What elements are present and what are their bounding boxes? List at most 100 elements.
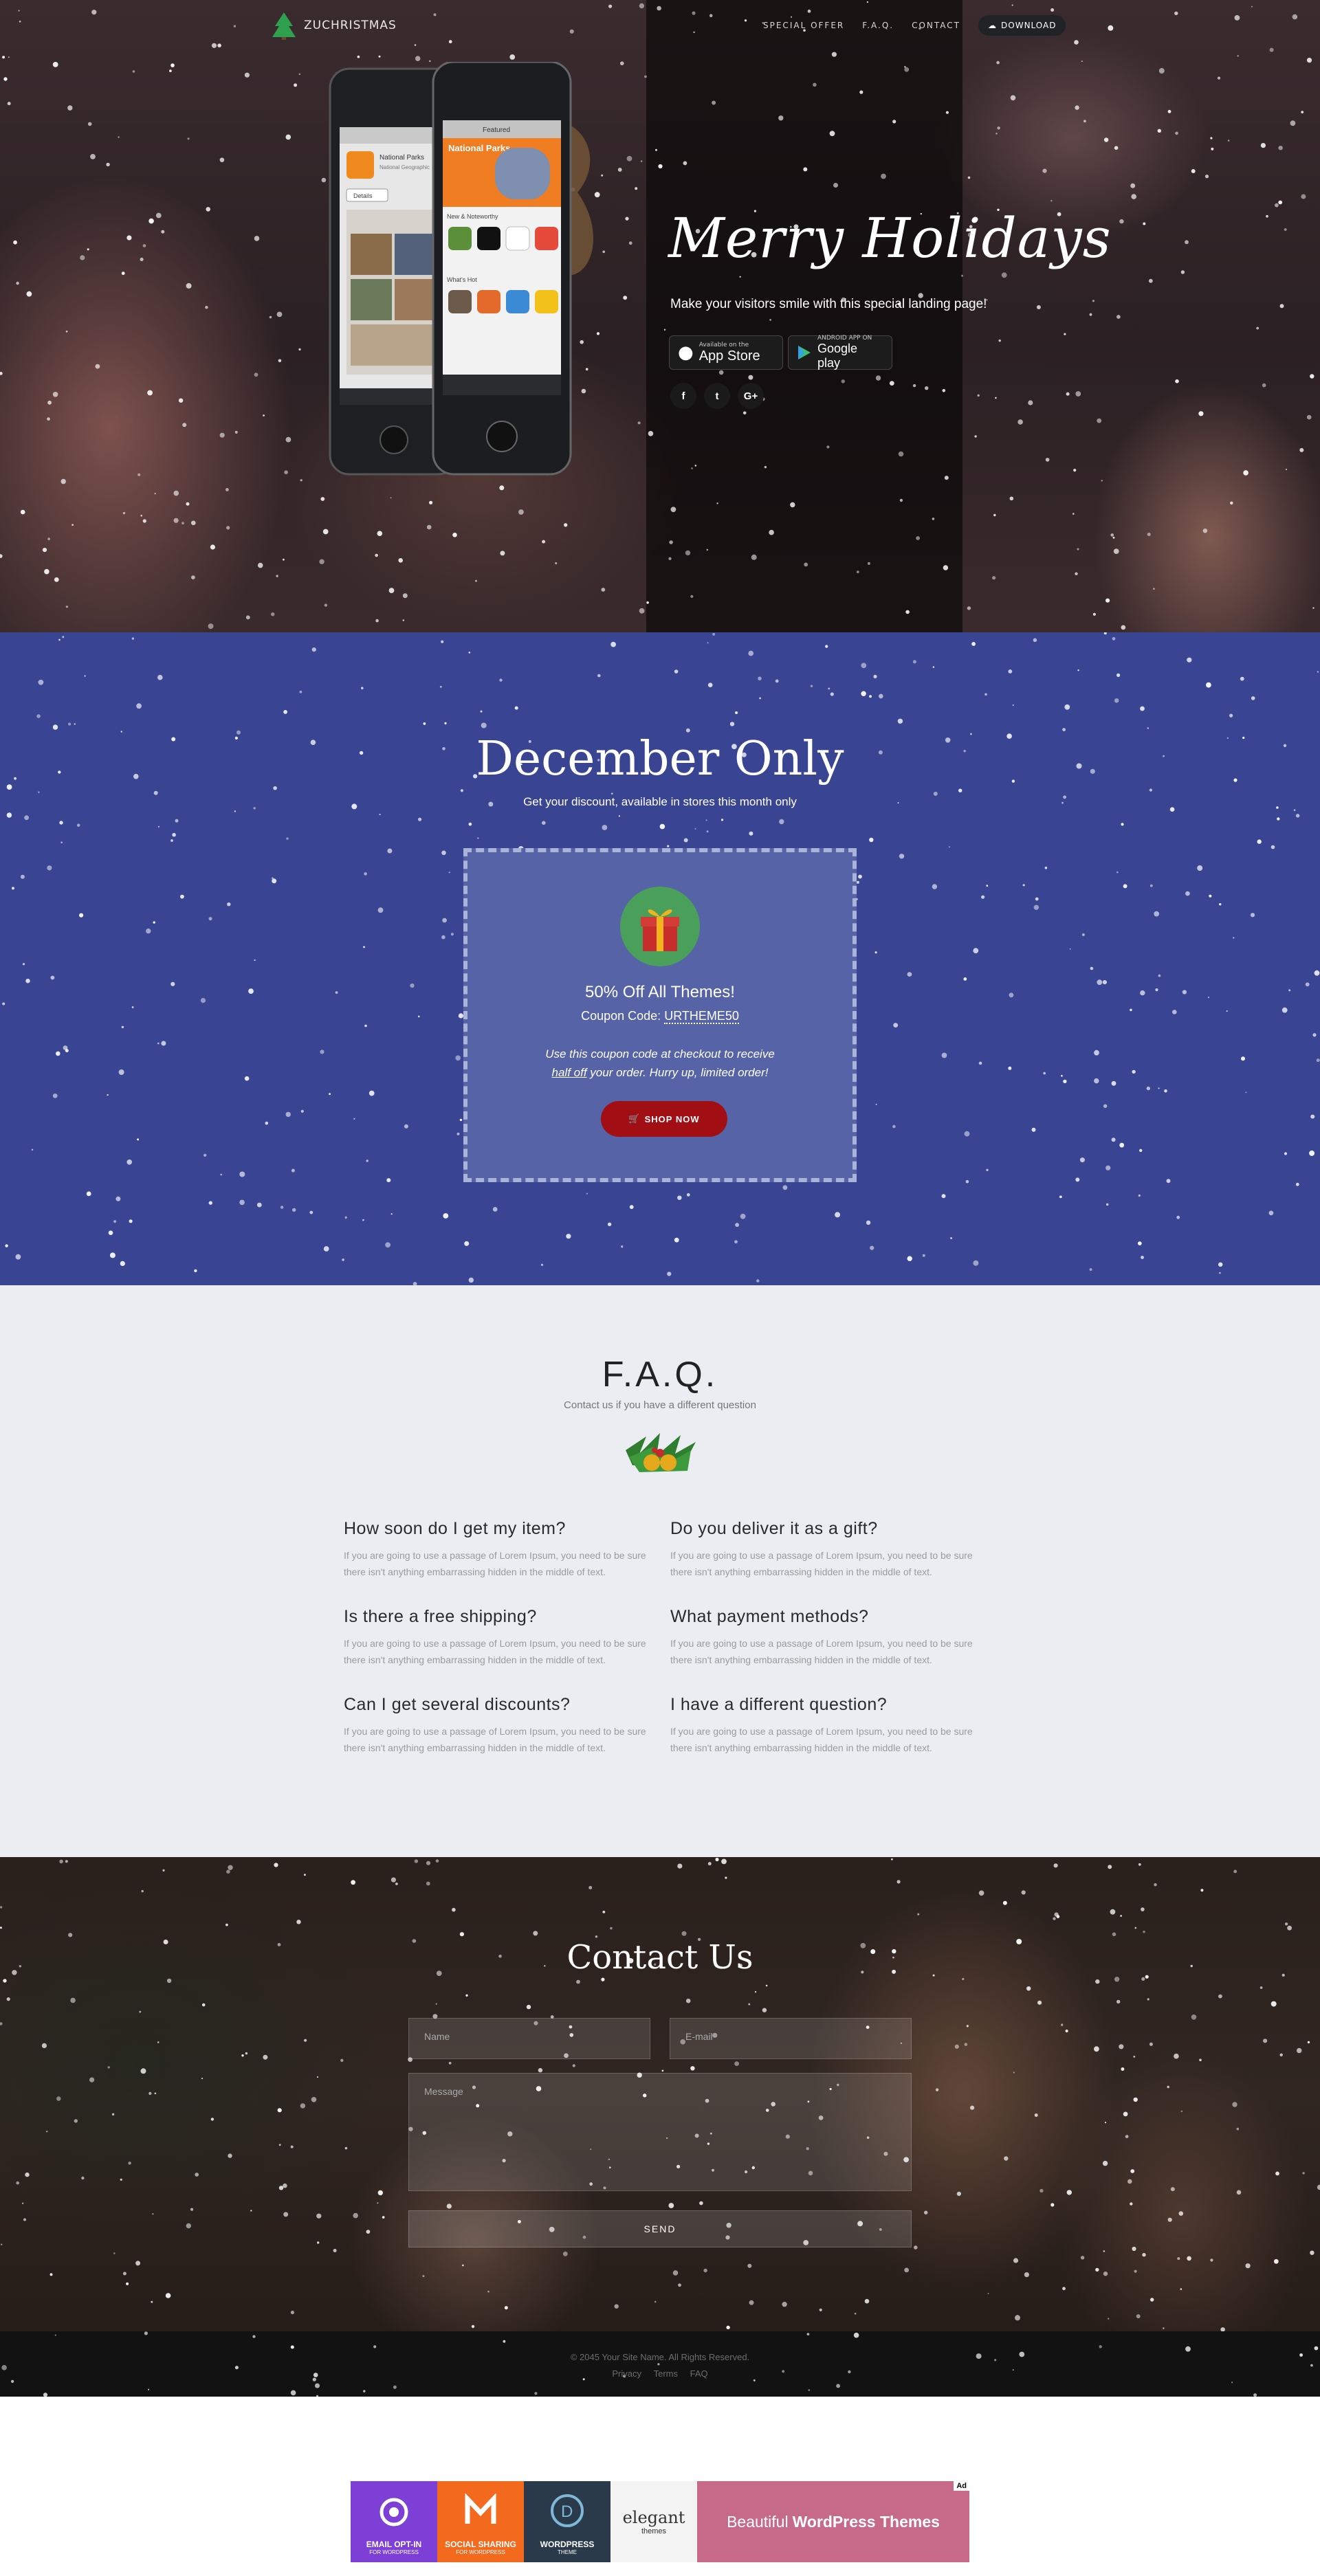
snowflake [475, 579, 477, 582]
snowflake [44, 568, 50, 575]
snowflake [725, 1876, 727, 1879]
snowflake [518, 509, 524, 515]
snowflake [1075, 105, 1079, 110]
faq-item: I have a different question? If you are … [670, 1695, 973, 1756]
shop-now-label: SHOP NOW [644, 1113, 700, 1124]
snowflake [1050, 2203, 1055, 2207]
nav-special-offer[interactable]: SPECIAL OFFER [763, 21, 844, 30]
snowflake [735, 711, 738, 714]
snowflake [1050, 199, 1053, 202]
snowflake [566, 1234, 571, 1239]
coupon-code: URTHEME50 [664, 1009, 739, 1024]
snowflake [395, 1883, 398, 1885]
snowflake [116, 1196, 121, 1201]
snowflake [487, 2290, 490, 2293]
snowflake [471, 2324, 475, 2329]
snowflake [1150, 884, 1153, 887]
snowflake [2, 56, 6, 59]
snowflake [1112, 536, 1115, 539]
snowflake [87, 122, 92, 126]
snowflake [290, 2345, 294, 2349]
email-field[interactable]: E-mail [670, 2018, 912, 2059]
snowflake [280, 1206, 284, 1209]
google-plus-icon[interactable]: G+ [738, 383, 764, 409]
snowflake [173, 518, 179, 523]
top-navigation: ZUCHRISTMAS SPECIAL OFFER F.A.Q. CONTACT… [0, 0, 1320, 55]
twitter-icon[interactable]: t [704, 383, 730, 409]
snowflake [949, 846, 950, 848]
snowflake [107, 2066, 110, 2069]
snowflake [674, 669, 679, 674]
snowflake [1040, 2188, 1044, 2193]
facebook-icon[interactable]: f [670, 383, 696, 409]
snowflake [1233, 937, 1235, 939]
shop-now-button[interactable]: 🛒 SHOP NOW [601, 1101, 727, 1137]
nav-faq[interactable]: F.A.Q. [862, 21, 894, 30]
snowflake [1237, 55, 1239, 57]
snowflake [1167, 2085, 1169, 2089]
ad-tile-subtitle: FOR WORDPRESS [369, 2549, 419, 2555]
snowflake [1136, 2314, 1141, 2319]
ad-banner[interactable]: EMAIL OPT-IN FOR WORDPRESS SOCIAL SHARIN… [351, 2481, 969, 2562]
snowflake [1092, 300, 1094, 302]
snowflake [707, 682, 713, 687]
coupon-code-label: Coupon Code: [581, 1009, 661, 1023]
contact-title: Contact Us [566, 1938, 754, 1977]
app-store-button[interactable]: ● Available on the App Store [669, 335, 783, 370]
snowflake [1185, 2346, 1191, 2352]
snowflake [60, 478, 66, 485]
snowflake [779, 819, 784, 825]
snowflake [1175, 379, 1179, 384]
snowflake [1284, 1922, 1288, 1926]
snowflake [1116, 871, 1119, 874]
snowflake [699, 2201, 703, 2206]
snowflake [65, 1049, 69, 1053]
snowflake [1034, 2113, 1038, 2117]
snowflake [1106, 1165, 1111, 1170]
snowflake [132, 70, 135, 73]
snowflake [59, 821, 63, 825]
snowflake [1301, 194, 1306, 199]
logo[interactable]: ZUCHRISTMAS [270, 11, 397, 40]
snowflake [1218, 1262, 1223, 1267]
snowflake [954, 2044, 959, 2049]
snowflake [292, 1208, 296, 1212]
snowflake [967, 606, 971, 610]
snowflake [555, 562, 558, 565]
snowflake [450, 933, 454, 936]
snowflake [21, 2202, 24, 2204]
footer-link-faq[interactable]: FAQ [690, 2368, 708, 2379]
snowflake [366, 2230, 371, 2234]
snowflake [13, 240, 17, 245]
snowflake [15, 1254, 21, 1260]
snowflake [135, 2261, 141, 2266]
snowflake [106, 162, 110, 167]
snowflake [806, 2333, 810, 2335]
footer-link-terms[interactable]: Terms [654, 2368, 678, 2379]
download-button[interactable]: ☁ DOWNLOAD [978, 15, 1066, 36]
snowflake [538, 2067, 543, 2073]
snowflake [190, 2208, 194, 2211]
snowflake [294, 83, 298, 87]
snowflake [22, 963, 25, 966]
snowflake [1253, 2393, 1257, 2397]
snowflake [271, 612, 275, 617]
google-play-button[interactable]: ANDROID APP ON Google play [788, 335, 892, 370]
snowflake [1094, 1078, 1099, 1084]
name-field[interactable]: Name [408, 2018, 650, 2059]
snowflake [1054, 1912, 1059, 1917]
snowflake [1232, 2102, 1238, 2107]
snowflake [208, 1201, 212, 1205]
snowflake [1157, 129, 1162, 133]
snowflake [423, 722, 426, 725]
snowflake [621, 1245, 624, 1248]
nav-contact[interactable]: CONTACT [912, 21, 960, 30]
message-field[interactable]: Message [408, 2073, 912, 2191]
snowflake [1045, 458, 1050, 462]
send-button[interactable]: SEND [408, 2210, 912, 2247]
snowflake [1075, 1177, 1080, 1182]
snowflake [439, 685, 442, 688]
snowflake [52, 62, 58, 67]
footer-link-privacy[interactable]: Privacy [612, 2368, 641, 2379]
snowflake [1163, 2327, 1165, 2329]
